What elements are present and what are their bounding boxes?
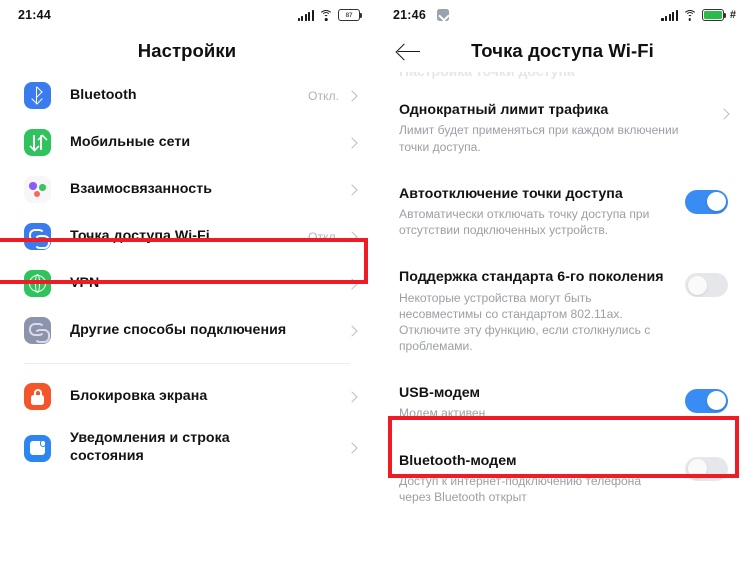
row-label: VPN [70,274,100,291]
option-texts: Однократный лимит трафика Лимит будет пр… [399,101,720,155]
chevron-right-icon [346,390,358,403]
toggle-auto-disable-hotspot[interactable] [685,189,728,214]
mobile-networks-icon [24,129,51,156]
partial-scrolled-row: Настройка точки доступа [375,72,750,86]
hotspot-options-list: Однократный лимит трафика Лимит будет пр… [375,86,750,521]
option-texts: Bluetooth-модем Доступ к интернет-подклю… [399,452,685,506]
screen-lock-icon [24,383,51,410]
status-icons-right: # [661,9,736,21]
page-header-right: Точка доступа Wi-Fi [375,30,750,72]
page-title: Точка доступа Wi-Fi [471,40,654,61]
option-title: Bluetooth-модем [399,452,517,469]
option-subtitle: Лимит будет применяться при каждом включ… [399,123,679,154]
row-value: Откл. [307,88,339,103]
wifi-hotspot-icon [24,223,51,250]
row-label: Взаимосвязанность [70,180,212,197]
option-one-time-data-limit[interactable]: Однократный лимит трафика Лимит будет пр… [375,86,750,170]
row-label: Блокировка экрана [70,387,208,404]
option-wifi6-support[interactable]: Поддержка стандарта 6-го поколения Некот… [375,253,750,369]
chevron-right-icon [346,136,358,149]
back-arrow-icon[interactable] [397,41,421,61]
wifi-icon [682,9,697,21]
chevron-right-icon [346,89,358,102]
page-header-left: Настройки [0,30,374,72]
option-auto-disable-hotspot[interactable]: Автоотключение точки доступа Автоматичес… [375,169,750,254]
battery-level-label: 87 [345,11,353,19]
screenshot-icon [436,9,449,21]
toggle-usb-tethering[interactable] [685,388,728,413]
sidebar-item-other-connections[interactable]: Другие способы подключения [0,307,374,354]
status-time: 21:46 [393,8,426,22]
chevron-right-icon [346,277,358,290]
status-bar-right: 21:46 # [375,0,750,30]
row-label: Точка доступа Wi-Fi [70,227,210,244]
toggle-wifi6-support[interactable] [685,273,728,298]
sidebar-item-wifi-hotspot[interactable]: Точка доступа Wi-Fi Откл. [0,213,374,260]
option-bluetooth-tethering[interactable]: Bluetooth-модем Доступ к интернет-подклю… [375,436,750,521]
sidebar-item-screen-lock[interactable]: Блокировка экрана [0,373,374,420]
option-title: Автоотключение точки доступа [399,185,623,202]
sidebar-item-mobile-networks[interactable]: Мобильные сети [0,119,374,166]
status-bar-left: 21:44 87 [0,0,374,30]
option-title: USB-модем [399,384,481,401]
status-icons-left: 87 [297,9,363,21]
list-divider [24,363,350,364]
row-label: Уведомления и строка состояния [70,430,230,464]
chevron-right-icon [346,183,358,196]
cellular-signal-icon [661,9,678,21]
cellular-signal-icon [297,9,314,21]
chevron-right-icon [346,230,358,243]
option-subtitle: Некоторые устройства могут быть несовмес… [399,290,651,353]
row-value: Откл. [307,229,339,244]
wifi-hotspot-screen: 21:46 # Точка доступа Wi-Fi Настройка то… [375,0,750,568]
sidebar-item-vpn[interactable]: VPN [0,260,374,307]
page-title: Настройки [137,40,237,61]
wifi-icon [319,9,333,21]
row-label: Другие способы подключения [70,321,287,338]
settings-screen: 21:44 87 Настройки Bluetooth Откл. Мобил… [0,0,375,568]
option-subtitle: Автоматически отключать точку доступа пр… [399,207,650,238]
chevron-right-icon [346,442,358,454]
trailing-glyph: # [729,9,736,21]
option-texts: USB-модем Модем активен [399,384,685,422]
option-usb-tethering[interactable]: USB-модем Модем активен [375,368,750,437]
toggle-bluetooth-tethering[interactable] [685,456,728,481]
option-subtitle: Модем активен [399,406,486,421]
status-time: 21:44 [18,8,51,22]
sidebar-item-bluetooth[interactable]: Bluetooth Откл. [0,72,374,119]
row-label: Мобильные сети [70,133,191,150]
sidebar-item-interconnectivity[interactable]: Взаимосвязанность [0,166,374,213]
settings-list: Bluetooth Откл. Мобильные сети Взаимосвя… [0,72,374,476]
row-label: Bluetooth [70,86,137,103]
chevron-right-icon [718,108,730,120]
option-title: Поддержка стандарта 6-го поколения [399,269,664,286]
sidebar-item-notifications[interactable]: Уведомления и строка состояния [0,420,374,476]
vpn-globe-icon [24,270,51,297]
interconnectivity-icon [24,176,51,203]
option-title: Однократный лимит трафика [399,102,609,118]
bluetooth-icon [24,82,51,109]
dual-screenshot-container: 21:44 87 Настройки Bluetooth Откл. Мобил… [0,0,750,568]
option-subtitle: Доступ к интернет-подключению телефона ч… [399,473,642,505]
battery-icon: 87 [338,9,363,21]
option-texts: Поддержка стандарта 6-го поколения Некот… [399,268,685,354]
battery-icon [701,9,727,21]
chevron-right-icon [346,324,358,337]
option-texts: Автоотключение точки доступа Автоматичес… [399,185,685,239]
battery-level-label [703,10,723,20]
other-connections-icon [24,317,51,344]
notifications-icon [24,434,51,462]
